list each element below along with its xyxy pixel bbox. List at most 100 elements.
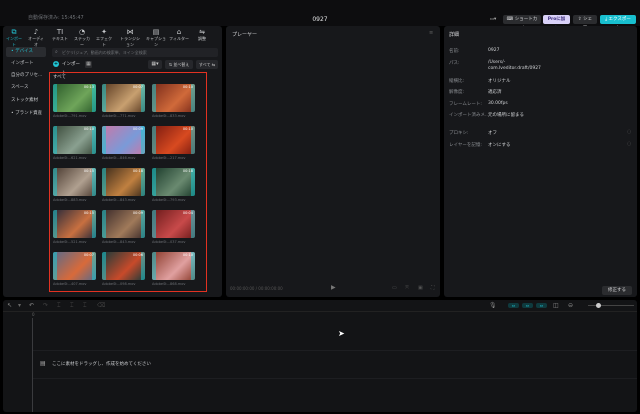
media-thumbnail[interactable]: 00:07 bbox=[102, 84, 145, 112]
play-icon[interactable]: ▶ bbox=[331, 284, 336, 291]
media-thumbnail[interactable]: 00:06 bbox=[102, 252, 145, 280]
media-search-input[interactable]: ピクリ(ジュア、動画内の検索単、ヨイン全検索 bbox=[52, 48, 218, 57]
category-device[interactable]: • デバイス bbox=[6, 47, 46, 57]
media-filename: AdobeSt...843.mov bbox=[102, 240, 136, 244]
info-icon[interactable]: ◌ bbox=[627, 141, 631, 147]
media-thumbnail[interactable]: 00:18 bbox=[152, 168, 195, 196]
media-duration: 00:18 bbox=[132, 169, 143, 173]
trim-handle-left[interactable] bbox=[53, 168, 57, 196]
trim-handle-left[interactable] bbox=[102, 210, 106, 238]
media-thumbnail[interactable]: 00:10 bbox=[152, 252, 195, 280]
media-duration: 00:07 bbox=[83, 253, 94, 257]
link-main-track-icon[interactable]: ⇔ bbox=[508, 303, 519, 308]
media-thumbnail[interactable]: 00:15 bbox=[53, 210, 96, 238]
keyboard-icon: ⌨ bbox=[506, 17, 515, 22]
trim-handle-left[interactable] bbox=[53, 84, 57, 112]
media-thumbnail[interactable]: 00:13 bbox=[53, 84, 96, 112]
trim-handle-left[interactable] bbox=[102, 84, 106, 112]
ratio-icon[interactable]: ▭ bbox=[392, 285, 397, 291]
link-icon[interactable]: ⇔ bbox=[536, 303, 547, 308]
trim-handle-left[interactable] bbox=[53, 126, 57, 154]
category-import[interactable]: インポート bbox=[6, 59, 46, 69]
trim-handle-left[interactable] bbox=[152, 252, 156, 280]
share-button[interactable]: ⇪ シェア bbox=[573, 15, 597, 31]
detail-label: 縦横比: bbox=[449, 79, 465, 84]
tab-effect[interactable]: ✦ エフェクト bbox=[95, 28, 113, 48]
layout-icon[interactable]: ▭▾ bbox=[486, 15, 500, 24]
text-icon: TI bbox=[56, 28, 64, 36]
split-left-icon[interactable]: ⌶ bbox=[70, 302, 74, 310]
media-thumbnail[interactable]: 00:09 bbox=[102, 210, 145, 238]
tab-transition[interactable]: ⋈ トランジション bbox=[119, 28, 141, 48]
zoom-out-icon[interactable]: ⊖ bbox=[568, 302, 573, 309]
preview-axis-icon[interactable]: ◫ bbox=[553, 302, 559, 309]
trim-handle-left[interactable] bbox=[102, 126, 106, 154]
media-thumbnail[interactable]: 00:10 bbox=[53, 126, 96, 154]
track-divider bbox=[33, 350, 637, 351]
category-stock[interactable]: ストック素材 bbox=[6, 96, 46, 106]
trim-handle-left[interactable] bbox=[152, 210, 156, 238]
trim-handle-left[interactable] bbox=[53, 210, 57, 238]
detail-label: パス: bbox=[449, 61, 460, 66]
pro-button[interactable]: Proに加入 bbox=[543, 15, 570, 31]
import-button[interactable]: インポート bbox=[54, 60, 84, 76]
tab-caption[interactable]: ▤ キャプション bbox=[145, 28, 167, 48]
tab-audio[interactable]: ♪ オーディオ bbox=[27, 28, 45, 48]
media-thumbnail[interactable]: 00:10 bbox=[152, 126, 195, 154]
trim-handle-left[interactable] bbox=[152, 126, 156, 154]
media-duration: 00:07 bbox=[132, 85, 143, 89]
modify-button[interactable]: 修正する bbox=[602, 286, 632, 295]
shortcut-button[interactable]: ⌨ ショートカット bbox=[503, 15, 541, 31]
crop-icon[interactable]: ⤧ bbox=[405, 285, 409, 291]
category-space[interactable]: スペース bbox=[6, 83, 46, 93]
view-mode-button[interactable]: ▦▾ bbox=[148, 60, 162, 69]
playhead[interactable] bbox=[32, 318, 33, 412]
split-icon[interactable]: ⌶ bbox=[57, 302, 61, 310]
media-thumbnail[interactable]: 00:04 bbox=[152, 210, 195, 238]
tab-import[interactable]: ⧉ インポート bbox=[5, 28, 23, 48]
effect-icon: ✦ bbox=[101, 28, 107, 36]
zoom-slider-handle[interactable] bbox=[596, 303, 601, 308]
trim-handle-left[interactable] bbox=[152, 84, 156, 112]
info-icon[interactable]: ◌ bbox=[627, 129, 631, 135]
trim-handle-left[interactable] bbox=[102, 168, 106, 196]
magnet-icon[interactable]: ⇔ bbox=[522, 303, 533, 308]
sort-button[interactable]: ⇅ 並べ替え bbox=[165, 60, 193, 69]
chevron-down-icon[interactable]: ▾ bbox=[18, 302, 21, 309]
media-thumbnail[interactable]: 00:07 bbox=[53, 252, 96, 280]
trim-handle-left[interactable] bbox=[53, 252, 57, 280]
redo-icon[interactable]: ↷ bbox=[43, 302, 48, 309]
tool-tabs: ⧉ インポート ♪ オーディオ TI テキスト ◔ ステッカー ✦ エフェクト ⋈ トランジ… bbox=[3, 26, 222, 48]
menu-icon[interactable]: ≡ bbox=[429, 30, 433, 36]
tab-filter[interactable]: ⌂ フィルター bbox=[169, 28, 189, 42]
detail-label: フレームレート: bbox=[449, 102, 482, 107]
media-thumbnail[interactable]: 00:09 bbox=[102, 126, 145, 154]
grid-icon[interactable]: ▦ bbox=[85, 61, 92, 68]
filter-button[interactable]: すべて ⇆ bbox=[196, 60, 218, 69]
trim-handle-left[interactable] bbox=[152, 168, 156, 196]
tab-label: トランジション bbox=[120, 36, 140, 47]
tab-sticker[interactable]: ◔ ステッカー bbox=[73, 28, 91, 48]
media-filename: AdobeSt...037.mov bbox=[152, 240, 186, 244]
trim-handle-left[interactable] bbox=[102, 252, 106, 280]
media-thumbnail[interactable]: 00:18 bbox=[102, 168, 145, 196]
quality-icon[interactable]: ▣ bbox=[418, 285, 423, 291]
player-title: プレーヤー bbox=[232, 32, 258, 38]
fullscreen-icon[interactable]: ⛶ bbox=[431, 285, 435, 291]
tab-label: フィルター bbox=[169, 36, 189, 41]
export-button[interactable]: ⤓ エクスポート bbox=[600, 15, 636, 31]
tab-adjust[interactable]: ⇋ 調整 bbox=[193, 28, 211, 42]
microphone-icon[interactable]: 🎙 bbox=[489, 302, 497, 309]
tab-label: エフェクト bbox=[96, 36, 112, 47]
zoom-slider[interactable] bbox=[588, 305, 634, 306]
category-presets[interactable]: 自分のプリセ... bbox=[6, 71, 46, 81]
media-thumbnail[interactable]: 00:10 bbox=[152, 84, 195, 112]
select-cursor-icon[interactable]: ↖ bbox=[7, 302, 12, 309]
undo-icon[interactable]: ↶ bbox=[29, 302, 34, 309]
delete-icon[interactable]: ⌫ bbox=[97, 302, 105, 309]
media-duration: 00:10 bbox=[182, 253, 193, 257]
category-brand[interactable]: • ブランド資産 bbox=[6, 109, 46, 119]
media-thumbnail[interactable]: 00:15 bbox=[53, 168, 96, 196]
tab-text[interactable]: TI テキスト bbox=[51, 28, 69, 42]
split-right-icon[interactable]: ⌶ bbox=[83, 302, 87, 310]
